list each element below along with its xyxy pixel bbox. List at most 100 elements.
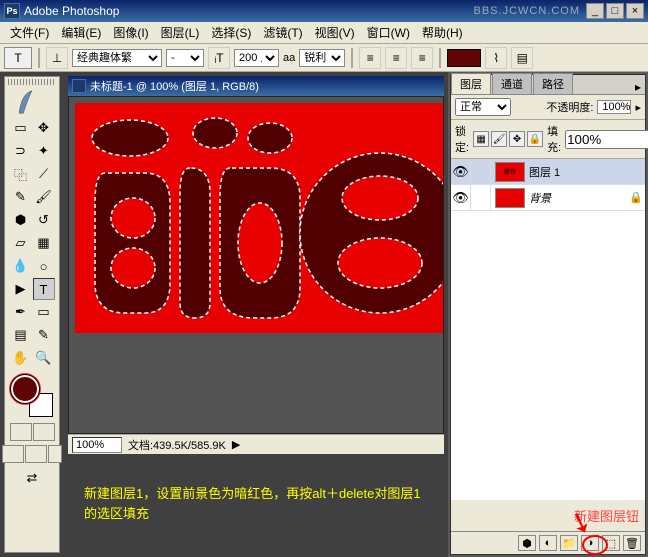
marquee-tool[interactable]: ▭ — [10, 117, 32, 139]
document-title: 未标题-1 @ 100% (图层 1, RGB/8) — [90, 78, 259, 94]
menu-file[interactable]: 文件(F) — [4, 22, 55, 43]
new-layer-button[interactable]: ⬚ — [602, 535, 620, 551]
watermark: BBS.JCWCN.COM — [474, 5, 581, 17]
antialias-select[interactable]: 锐利 — [299, 49, 345, 67]
lock-image-button[interactable]: 🖌 — [491, 131, 507, 147]
slice-tool[interactable]: ⟋ — [33, 163, 55, 185]
canvas[interactable] — [75, 103, 444, 333]
zoom-tool[interactable]: 🔍 — [33, 347, 55, 369]
link-toggle[interactable] — [471, 185, 491, 211]
link-toggle[interactable] — [471, 159, 491, 185]
antialias-label: aa — [283, 52, 295, 64]
align-left-button[interactable]: ≡ — [359, 47, 381, 69]
move-tool[interactable]: ✥ — [33, 117, 55, 139]
lock-transparency-button[interactable]: ▦ — [473, 131, 489, 147]
layer-list: 👁 節日 图层 1 👁 背景 🔒 — [451, 159, 645, 500]
screen-mode-2[interactable] — [25, 445, 47, 463]
path-selection-tool[interactable]: ▶ — [10, 278, 32, 300]
tab-paths[interactable]: 路径 — [533, 73, 573, 94]
gradient-tool[interactable]: ▦ — [33, 232, 55, 254]
menu-select[interactable]: 选择(S) — [205, 22, 257, 43]
font-size-icon: ᵢT — [208, 47, 230, 69]
healing-brush-tool[interactable]: ✎ — [10, 186, 32, 208]
layer-mask-button[interactable]: ◐ — [539, 535, 557, 551]
toolbox-grip[interactable] — [8, 79, 56, 85]
adjustment-layer-button[interactable]: ◑ — [581, 535, 599, 551]
lock-position-button[interactable]: ✥ — [509, 131, 525, 147]
app-icon: Ps — [4, 3, 20, 19]
eyedropper-tool[interactable]: ✎ — [33, 324, 55, 346]
layer-name[interactable]: 图层 1 — [529, 164, 645, 180]
imageready-button[interactable]: ⇄ — [9, 467, 55, 489]
warp-text-button[interactable]: ⌇ — [485, 47, 507, 69]
eraser-tool[interactable]: ▱ — [10, 232, 32, 254]
lock-icon: 🔒 — [629, 191, 645, 204]
font-size-select[interactable]: 200 点 — [234, 49, 279, 67]
dodge-tool[interactable]: ○ — [33, 255, 55, 277]
menu-help[interactable]: 帮助(H) — [416, 22, 469, 43]
zoom-input[interactable]: 100% — [72, 437, 122, 453]
canvas-viewport[interactable] — [68, 96, 444, 434]
history-brush-tool[interactable]: ↺ — [33, 209, 55, 231]
layer-row[interactable]: 👁 節日 图层 1 — [451, 159, 645, 185]
layer-thumbnail[interactable] — [495, 188, 525, 208]
align-center-button[interactable]: ≡ — [385, 47, 407, 69]
screen-mode-1[interactable] — [2, 445, 24, 463]
menu-layer[interactable]: 图层(L) — [155, 22, 206, 43]
layer-name[interactable]: 背景 — [529, 190, 629, 206]
character-panel-button[interactable]: ▤ — [511, 47, 533, 69]
text-color-swatch[interactable] — [447, 49, 481, 67]
menu-image[interactable]: 图像(I) — [107, 22, 154, 43]
blur-tool[interactable]: 💧 — [10, 255, 32, 277]
opacity-arrow-icon[interactable]: ▸ — [635, 101, 641, 114]
font-family-select[interactable]: 经典趣体繁 — [72, 49, 162, 67]
pen-tool[interactable]: ✒ — [10, 301, 32, 323]
tool-preset[interactable]: T — [4, 47, 32, 69]
menu-filter[interactable]: 滤镜(T) — [257, 22, 308, 43]
standard-mode-button[interactable] — [10, 423, 32, 441]
text-orientation-button[interactable]: ⊥ — [46, 47, 68, 69]
color-picker — [9, 373, 55, 419]
delete-layer-button[interactable]: 🗑 — [623, 535, 641, 551]
panel-menu-button[interactable]: ▸ — [631, 80, 645, 94]
screen-mode-3[interactable] — [48, 445, 62, 463]
document-statusbar: 100% 文档:439.5K/585.9K ▶ — [68, 434, 444, 454]
menu-view[interactable]: 视图(V) — [309, 22, 361, 43]
tab-layers[interactable]: 图层 — [451, 73, 491, 94]
maximize-button[interactable]: □ — [606, 3, 624, 19]
opacity-input[interactable] — [597, 100, 631, 114]
blend-mode-select[interactable]: 正常 — [455, 98, 511, 116]
notes-tool[interactable]: ▤ — [10, 324, 32, 346]
menu-edit[interactable]: 编辑(E) — [55, 22, 107, 43]
layer-thumbnail[interactable]: 節日 — [495, 162, 525, 182]
hand-tool[interactable]: ✋ — [10, 347, 32, 369]
visibility-toggle[interactable]: 👁 — [451, 159, 471, 185]
layers-panel: 图层 通道 路径 ▸ 正常 不透明度: ▸ 锁定: ▦ 🖌 ✥ 🔒 填充: — [450, 74, 646, 555]
magic-wand-tool[interactable]: ✦ — [33, 140, 55, 162]
separator — [38, 48, 40, 68]
brush-tool[interactable]: 🖌 — [33, 186, 55, 208]
layer-style-button[interactable]: ⬢ — [518, 535, 536, 551]
fill-input[interactable] — [565, 130, 648, 149]
statusbar-arrow-icon[interactable]: ▶ — [232, 438, 240, 451]
close-button[interactable]: × — [626, 3, 644, 19]
crop-tool[interactable]: ⿻ — [10, 163, 32, 185]
type-tool[interactable]: T — [33, 278, 55, 300]
lasso-tool[interactable]: ⊃ — [10, 140, 32, 162]
menu-window[interactable]: 窗口(W) — [361, 22, 416, 43]
opacity-label: 不透明度: — [546, 99, 593, 115]
clone-stamp-tool[interactable]: ⬢ — [10, 209, 32, 231]
quickmask-mode-button[interactable] — [33, 423, 55, 441]
visibility-toggle[interactable]: 👁 — [451, 185, 471, 211]
shape-tool[interactable]: ▭ — [33, 301, 55, 323]
tab-channels[interactable]: 通道 — [492, 73, 532, 94]
app-titlebar: Ps Adobe Photoshop BBS.JCWCN.COM _ □ × — [0, 0, 648, 22]
minimize-button[interactable]: _ — [586, 3, 604, 19]
font-style-select[interactable]: - — [166, 49, 204, 67]
lock-all-button[interactable]: 🔒 — [527, 131, 543, 147]
layer-row[interactable]: 👁 背景 🔒 — [451, 185, 645, 211]
new-set-button[interactable]: 📁 — [560, 535, 578, 551]
align-right-button[interactable]: ≡ — [411, 47, 433, 69]
foreground-color[interactable] — [11, 375, 39, 403]
toolbox: ▭ ✥ ⊃ ✦ ⿻ ⟋ ✎ 🖌 ⬢ ↺ ▱ ▦ 💧 ○ ▶ T ✒ ▭ ▤ ✎ … — [4, 76, 60, 553]
